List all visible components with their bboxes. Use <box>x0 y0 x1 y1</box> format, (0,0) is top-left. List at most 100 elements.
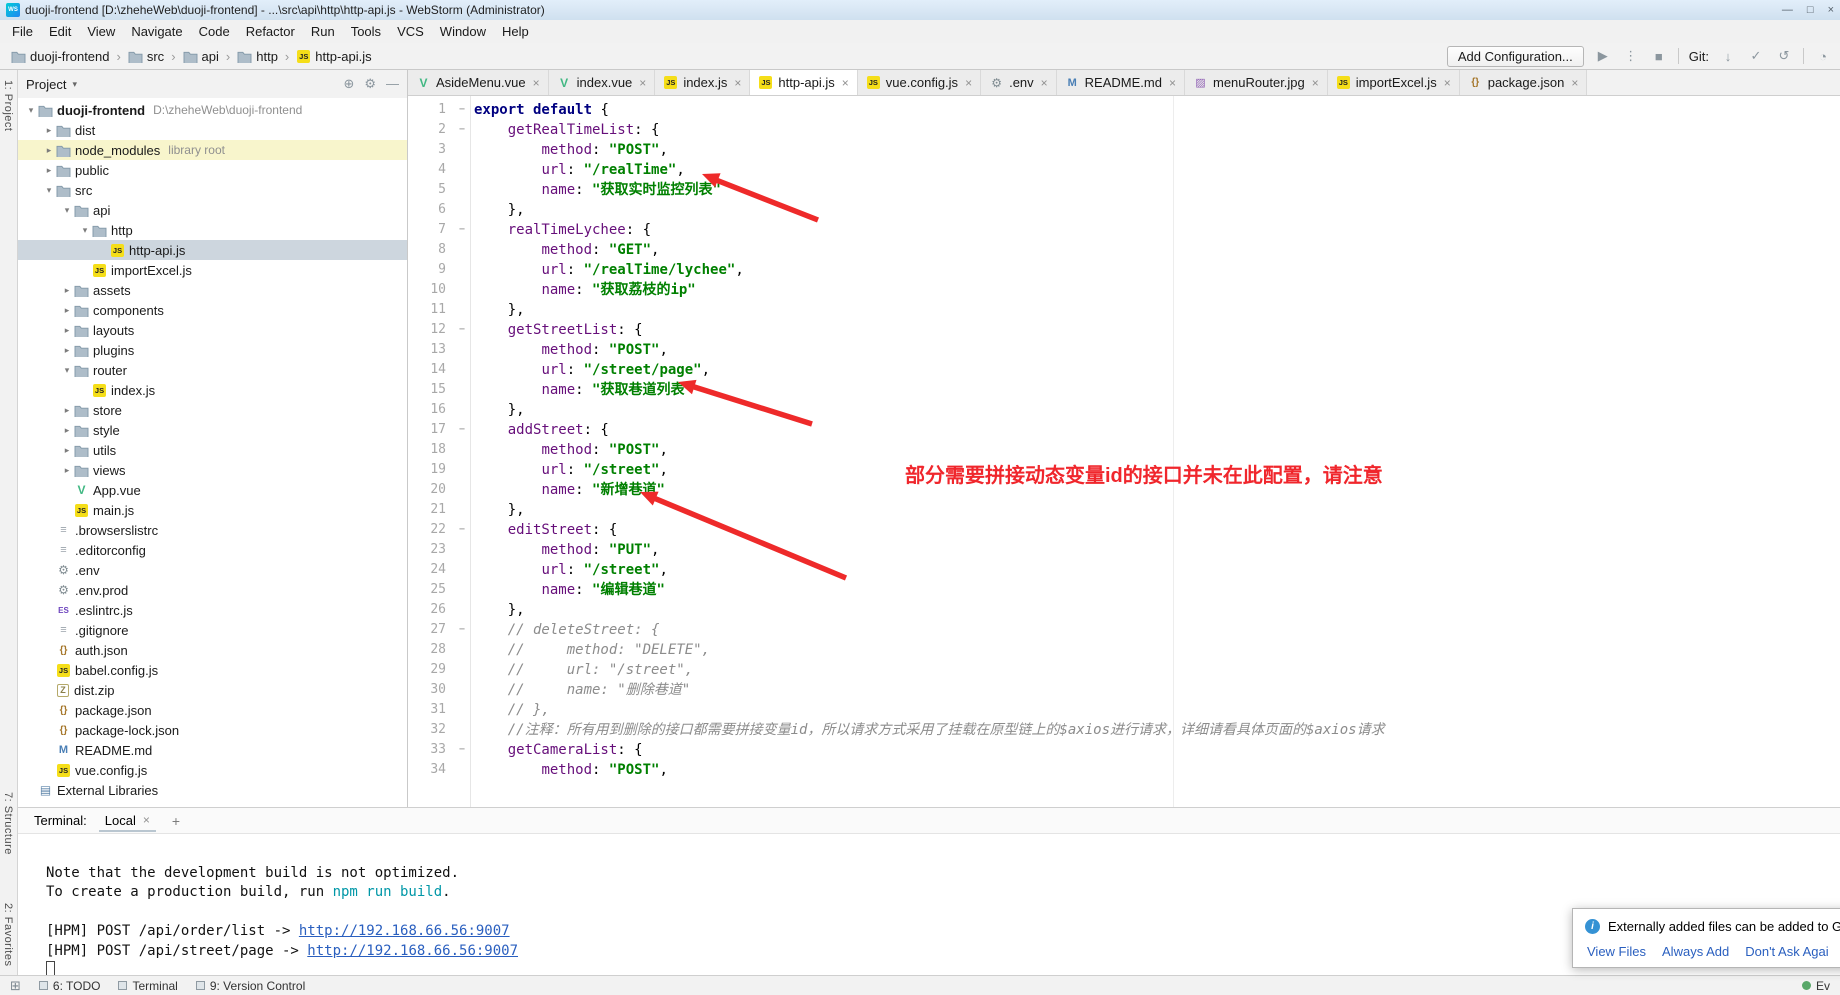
terminal-output[interactable]: Note that the development build is not o… <box>18 834 1840 981</box>
close-tab-icon[interactable]: × <box>734 76 741 90</box>
close-icon[interactable]: × <box>1828 4 1834 16</box>
tree-item-package-lock.json[interactable]: {}package-lock.json <box>18 720 407 740</box>
statusbar-item-6-todo[interactable]: 6: TODO <box>39 979 101 993</box>
terminal-link[interactable]: http://192.168.66.56:9007 <box>299 923 510 939</box>
tree-item-importExcel.js[interactable]: JSimportExcel.js <box>18 260 407 280</box>
tree-item-.env.prod[interactable]: ⚙.env.prod <box>18 580 407 600</box>
code-line[interactable]: 18 method: "POST", <box>408 440 1840 460</box>
chevron-right-icon[interactable]: ▸ <box>60 445 74 456</box>
new-terminal-icon[interactable]: + <box>168 813 184 829</box>
tree-item-main.js[interactable]: JSmain.js <box>18 500 407 520</box>
tree-item-duoji-frontend[interactable]: ▾duoji-frontendD:\zheheWeb\duoji-fronten… <box>18 100 407 120</box>
chevron-right-icon[interactable]: ▸ <box>60 285 74 296</box>
chevron-down-icon[interactable]: ▾ <box>60 365 74 376</box>
code-line[interactable]: 29 // url: "/street", <box>408 660 1840 680</box>
chevron-down-icon[interactable]: ▾ <box>24 105 38 116</box>
tree-item-External Libraries[interactable]: ▤External Libraries <box>18 780 407 800</box>
tree-item-package.json[interactable]: {}package.json <box>18 700 407 720</box>
terminal-tab-local[interactable]: Local × <box>99 810 156 832</box>
editor-tab-package.json[interactable]: {}package.json× <box>1460 70 1588 95</box>
menu-vcs[interactable]: VCS <box>389 22 432 41</box>
add-configuration-button[interactable]: Add Configuration... <box>1447 46 1584 67</box>
editor-tab-menuRouter.jpg[interactable]: ▨menuRouter.jpg× <box>1185 70 1328 95</box>
minimize-icon[interactable]: — <box>1782 4 1793 16</box>
code-line[interactable]: 31 // }, <box>408 700 1840 720</box>
menu-file[interactable]: File <box>4 22 41 41</box>
editor-tab-http-api.js[interactable]: JShttp-api.js× <box>750 70 857 95</box>
close-tab-icon[interactable]: × <box>639 76 646 90</box>
menu-tools[interactable]: Tools <box>343 22 389 41</box>
code-line[interactable]: 34 method: "POST", <box>408 760 1840 780</box>
chevron-right-icon[interactable]: ▸ <box>42 165 56 176</box>
code-line[interactable]: 16 }, <box>408 400 1840 420</box>
chevron-down-icon[interactable]: ▾ <box>78 225 92 236</box>
chevron-right-icon[interactable]: ▸ <box>60 325 74 336</box>
chevron-right-icon[interactable]: ▸ <box>60 405 74 416</box>
code-line[interactable]: 25 name: "编辑巷道" <box>408 580 1840 600</box>
tree-item-http-api.js[interactable]: JShttp-api.js <box>18 240 407 260</box>
editor-tab-AsideMenu.vue[interactable]: VAsideMenu.vue× <box>408 70 549 95</box>
breadcrumb-duoji-frontend[interactable]: duoji-frontend <box>8 48 113 65</box>
tree-item-http[interactable]: ▾http <box>18 220 407 240</box>
close-tab-icon[interactable]: × <box>842 76 849 90</box>
menu-window[interactable]: Window <box>432 22 494 41</box>
dont-ask-again-link[interactable]: Don't Ask Agai <box>1745 944 1828 959</box>
statusbar-item-9-version-control[interactable]: 9: Version Control <box>196 979 305 993</box>
close-tab-icon[interactable]: × <box>1571 76 1578 90</box>
fold-marker-icon[interactable]: − <box>454 740 470 760</box>
always-add-link[interactable]: Always Add <box>1662 944 1729 959</box>
fold-marker-icon[interactable]: − <box>454 620 470 640</box>
code-line[interactable]: 13 method: "POST", <box>408 340 1840 360</box>
tree-item-vue.config.js[interactable]: JSvue.config.js <box>18 760 407 780</box>
tree-item-style[interactable]: ▸style <box>18 420 407 440</box>
code-editor[interactable]: 1−export default {2− getRealTimeList: {3… <box>408 96 1840 807</box>
editor-tab-importExcel.js[interactable]: JSimportExcel.js× <box>1328 70 1460 95</box>
editor-tab-README.md[interactable]: MREADME.md× <box>1057 70 1185 95</box>
menu-refactor[interactable]: Refactor <box>238 22 303 41</box>
tree-item-components[interactable]: ▸components <box>18 300 407 320</box>
close-tab-icon[interactable]: × <box>1444 76 1451 90</box>
code-line[interactable]: 33− getCameraList: { <box>408 740 1840 760</box>
tree-item-.env[interactable]: ⚙.env <box>18 560 407 580</box>
tool-window-favorites-button[interactable]: 2: Favorites <box>2 903 14 966</box>
tree-item-assets[interactable]: ▸assets <box>18 280 407 300</box>
close-tab-icon[interactable]: × <box>1169 76 1176 90</box>
code-line[interactable]: 4 url: "/realTime", <box>408 160 1840 180</box>
history-icon[interactable]: ◔ <box>1814 49 1832 64</box>
chevron-right-icon[interactable]: ▸ <box>60 465 74 476</box>
chevron-right-icon[interactable]: ▸ <box>60 305 74 316</box>
menu-edit[interactable]: Edit <box>41 22 79 41</box>
code-line[interactable]: 27− // deleteStreet: { <box>408 620 1840 640</box>
tree-item-utils[interactable]: ▸utils <box>18 440 407 460</box>
code-line[interactable]: 24 url: "/street", <box>408 560 1840 580</box>
menu-help[interactable]: Help <box>494 22 537 41</box>
tool-window-project-button[interactable]: 1: Project <box>2 80 14 131</box>
code-line[interactable]: 10 name: "获取荔枝的ip" <box>408 280 1840 300</box>
tree-item-.eslintrc.js[interactable]: ES.eslintrc.js <box>18 600 407 620</box>
tree-item-.browserslistrc[interactable]: ≡.browserslistrc <box>18 520 407 540</box>
fold-marker-icon[interactable]: − <box>454 420 470 440</box>
tree-item-layouts[interactable]: ▸layouts <box>18 320 407 340</box>
tool-window-switcher-icon[interactable]: ⊞ <box>10 978 21 994</box>
tree-item-store[interactable]: ▸store <box>18 400 407 420</box>
editor-tab-.env[interactable]: ⚙.env× <box>981 70 1057 95</box>
tree-item-public[interactable]: ▸public <box>18 160 407 180</box>
breadcrumb-http-api.js[interactable]: JShttp-api.js <box>293 48 374 65</box>
chevron-down-icon[interactable]: ▾ <box>72 79 77 90</box>
tree-item-router[interactable]: ▾router <box>18 360 407 380</box>
terminal-link[interactable]: http://192.168.66.56:9007 <box>307 943 518 959</box>
close-tab-icon[interactable]: × <box>965 76 972 90</box>
tree-item-dist.zip[interactable]: Zdist.zip <box>18 680 407 700</box>
breadcrumb-api[interactable]: api <box>180 48 222 65</box>
tree-item-plugins[interactable]: ▸plugins <box>18 340 407 360</box>
tree-item-App.vue[interactable]: VApp.vue <box>18 480 407 500</box>
tree-item-README.md[interactable]: MREADME.md <box>18 740 407 760</box>
code-line[interactable]: 3 method: "POST", <box>408 140 1840 160</box>
code-line[interactable]: 22− editStreet: { <box>408 520 1840 540</box>
tree-item-.editorconfig[interactable]: ≡.editorconfig <box>18 540 407 560</box>
code-line[interactable]: 5 name: "获取实时监控列表" <box>408 180 1840 200</box>
fold-marker-icon[interactable]: − <box>454 120 470 140</box>
stop-icon[interactable]: ■ <box>1650 49 1668 64</box>
code-line[interactable]: 8 method: "GET", <box>408 240 1840 260</box>
tree-item-auth.json[interactable]: {}auth.json <box>18 640 407 660</box>
